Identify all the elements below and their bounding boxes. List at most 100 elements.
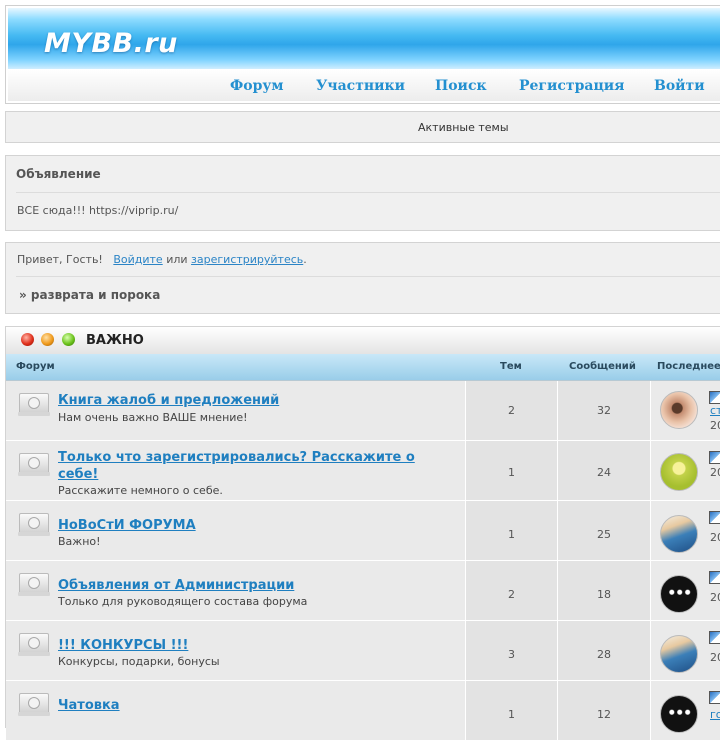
- forum-title[interactable]: Чатовка: [58, 697, 438, 714]
- forum-info-cell: НоВоСтИ ФОРУМА Важно!: [6, 501, 466, 560]
- register-link[interactable]: зарегистрируйтесь: [191, 253, 303, 266]
- announcement-panel: Объявление ВСЕ сюда!!! https://viprip.ru…: [5, 155, 720, 231]
- posts-count: 28: [597, 648, 611, 661]
- last-post-date: 20: [710, 419, 720, 432]
- category-title: ВАЖНО: [86, 333, 144, 348]
- posts-cell: 32: [558, 381, 651, 440]
- topics-count: 1: [508, 528, 515, 541]
- post-icon[interactable]: [709, 691, 720, 704]
- greeting-line: Привет, Гость! Войдите или зарегистрируй…: [17, 253, 307, 266]
- forum-icon: [18, 693, 50, 716]
- nav-register[interactable]: Регистрация: [519, 78, 625, 94]
- forum-info-cell: !!! КОНКУРСЫ !!! Конкурсы, подарки, бону…: [6, 621, 466, 680]
- wave-avatar[interactable]: [660, 635, 698, 673]
- post-icon[interactable]: [709, 391, 720, 404]
- active-topics-link[interactable]: Активные темы: [418, 121, 509, 134]
- last-post-date: 20: [710, 651, 720, 664]
- posts-count: 24: [597, 466, 611, 479]
- last-post-cell: 20: [651, 561, 720, 620]
- forum-info-cell: Книга жалоб и предложений Нам очень важн…: [6, 381, 466, 440]
- forum-row: НоВоСтИ ФОРУМА Важно! 1 25 20: [6, 501, 720, 561]
- site-logo[interactable]: MYBB.ru: [44, 28, 178, 59]
- stick-figure-avatar[interactable]: [660, 453, 698, 491]
- topics-cell: 2: [466, 381, 558, 440]
- forum-icon: [18, 573, 50, 596]
- forum-icon: [18, 633, 50, 656]
- forum-row: Объявления от Администрации Только для р…: [6, 561, 720, 621]
- topics-cell: 3: [466, 621, 558, 680]
- site-header: MYBB.ru Форум Участники Поиск Регистраци…: [5, 5, 720, 104]
- greeting-prefix: Привет, Гость!: [17, 253, 103, 266]
- forum-row: Чатовка 1 12 го: [6, 681, 720, 741]
- forum-row: Книга жалоб и предложений Нам очень важн…: [6, 381, 720, 441]
- posts-count: 18: [597, 588, 611, 601]
- posts-cell: 28: [558, 621, 651, 680]
- forum-row: !!! КОНКУРСЫ !!! Конкурсы, подарки, бону…: [6, 621, 720, 681]
- post-icon[interactable]: [709, 451, 720, 464]
- posts-count: 12: [597, 708, 611, 721]
- forum-title[interactable]: НоВоСтИ ФОРУМА: [58, 517, 438, 534]
- active-topics-bar: Активные темы: [5, 111, 720, 143]
- col-forum: Форум: [16, 361, 55, 372]
- forum-desc: Расскажите немного о себе.: [58, 484, 223, 497]
- col-last-post: Последнее: [657, 361, 720, 372]
- greeting-suffix: .: [303, 253, 307, 266]
- topics-cell: 2: [466, 561, 558, 620]
- announcement-title: Объявление: [16, 167, 101, 181]
- topics-count: 3: [508, 648, 515, 661]
- posts-count: 32: [597, 404, 611, 417]
- breadcrumb[interactable]: » разврата и порока: [19, 288, 160, 302]
- nav-search[interactable]: Поиск: [435, 78, 487, 94]
- forum-desc: Конкурсы, подарки, бонусы: [58, 655, 220, 668]
- nav-login[interactable]: Войти: [654, 78, 705, 94]
- forum-title[interactable]: Книга жалоб и предложений: [58, 392, 438, 409]
- forum-desc: Только для руководящего состава форума: [58, 595, 308, 608]
- posts-cell: 25: [558, 501, 651, 560]
- forum-icon: [18, 453, 50, 476]
- last-post-link[interactable]: го: [710, 708, 720, 721]
- red-dot-icon: [21, 333, 34, 346]
- category-header: ВАЖНО: [6, 327, 720, 355]
- forum-info-cell: Только что зарегистрировались? Расскажит…: [6, 441, 466, 500]
- post-icon[interactable]: [709, 511, 720, 524]
- topics-cell: 1: [466, 681, 558, 740]
- topics-cell: 1: [466, 501, 558, 560]
- divider: [16, 192, 720, 193]
- last-post-cell: го: [651, 681, 720, 740]
- posts-count: 25: [597, 528, 611, 541]
- wave-avatar[interactable]: [660, 515, 698, 553]
- forum-info-cell: Объявления от Администрации Только для р…: [6, 561, 466, 620]
- forum-title[interactable]: !!! КОНКУРСЫ !!!: [58, 637, 438, 654]
- topics-count: 2: [508, 404, 515, 417]
- greeting-panel: Привет, Гость! Войдите или зарегистрируй…: [5, 242, 720, 314]
- forum-title[interactable]: Объявления от Администрации: [58, 577, 438, 594]
- last-post-cell: 20: [651, 441, 720, 500]
- last-post-date: 20: [710, 531, 720, 544]
- last-post-cell: 20: [651, 621, 720, 680]
- post-icon[interactable]: [709, 631, 720, 644]
- column-headers: Форум Тем Сообщений Последнее: [6, 354, 720, 381]
- post-icon[interactable]: [709, 571, 720, 584]
- topics-count: 2: [508, 588, 515, 601]
- forum-desc: Важно!: [58, 535, 101, 548]
- skulls-avatar[interactable]: [660, 695, 698, 733]
- last-post-cell: ста 20: [651, 381, 720, 440]
- last-post-link[interactable]: ста: [710, 404, 720, 417]
- topics-count: 1: [508, 708, 515, 721]
- forum-icon: [18, 513, 50, 536]
- nav-forum[interactable]: Форум: [230, 78, 284, 94]
- forum-desc: Нам очень важно ВАШЕ мнение!: [58, 411, 248, 424]
- eye-avatar[interactable]: [660, 391, 698, 429]
- posts-cell: 24: [558, 441, 651, 500]
- forum-info-cell: Чатовка: [6, 681, 466, 740]
- main-nav: Форум Участники Поиск Регистрация Войти: [8, 70, 720, 101]
- divider: [16, 276, 720, 277]
- nav-members[interactable]: Участники: [316, 78, 405, 94]
- last-post-cell: 20: [651, 501, 720, 560]
- announcement-text: ВСЕ сюда!!! https://viprip.ru/: [17, 204, 179, 217]
- forum-icon: [18, 393, 50, 416]
- login-link[interactable]: Войдите: [113, 253, 162, 266]
- forum-title[interactable]: Только что зарегистрировались? Расскажит…: [58, 449, 438, 483]
- skulls-avatar[interactable]: [660, 575, 698, 613]
- topics-cell: 1: [466, 441, 558, 500]
